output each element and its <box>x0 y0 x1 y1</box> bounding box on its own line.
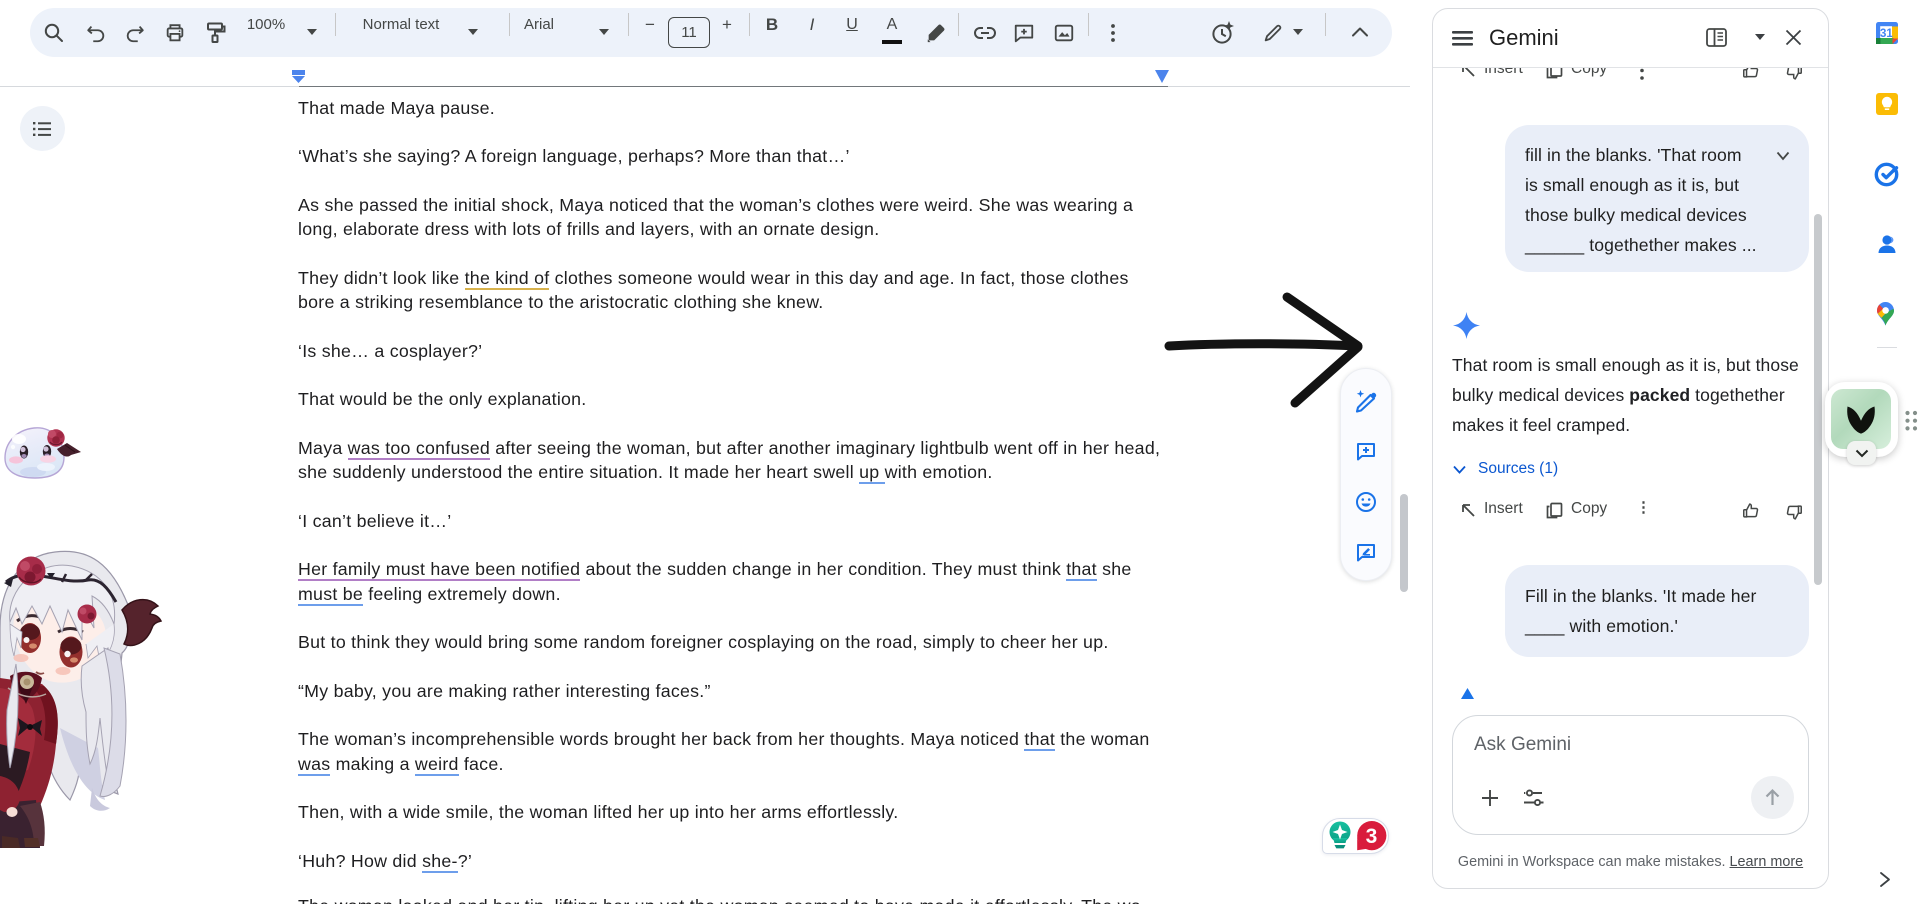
svg-text:3: 3 <box>1366 825 1378 848</box>
svg-text:31: 31 <box>1880 28 1893 40</box>
